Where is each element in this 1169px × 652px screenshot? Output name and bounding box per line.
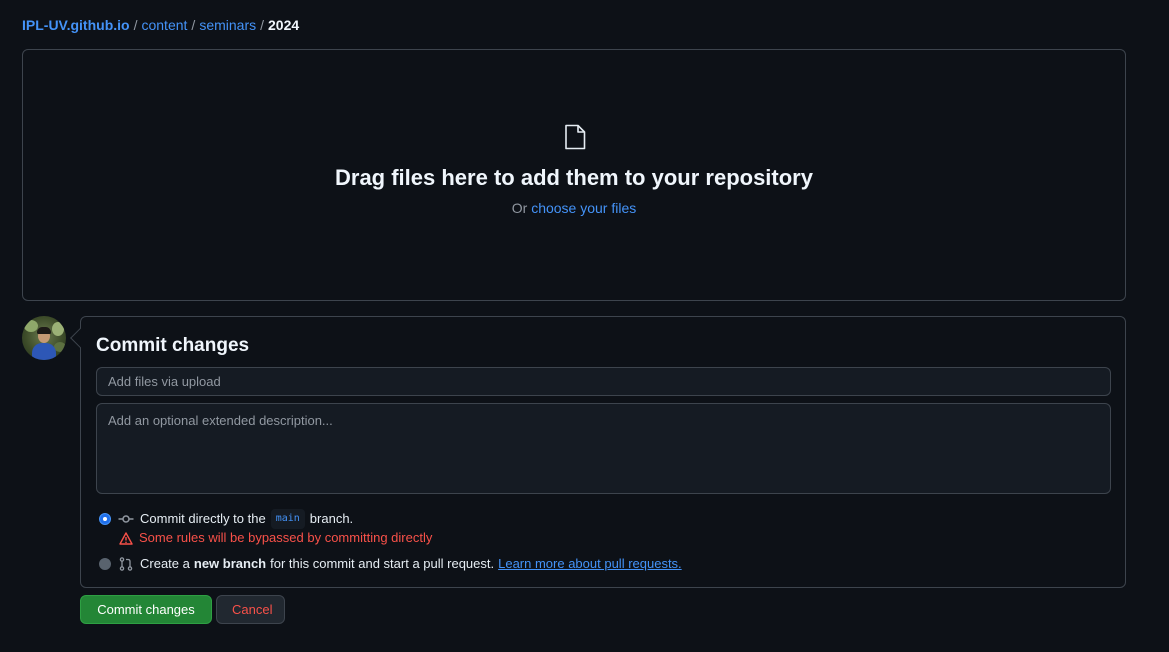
drop-zone-prefix: Or bbox=[511, 200, 528, 216]
new-branch-option[interactable]: Create a new branch for this commit and … bbox=[99, 555, 682, 573]
upload-page: IPL-UV.github.io / content / seminars/2024 D… bbox=[0, 0, 1169, 652]
alert-icon bbox=[119, 531, 133, 545]
commit-panel-caret bbox=[70, 328, 90, 348]
breadcrumb-separator: / bbox=[260, 17, 264, 33]
drop-zone-subtitle: Or choose your files bbox=[23, 198, 1125, 218]
git-pull-request-icon bbox=[119, 557, 133, 571]
learn-more-pull-requests-link[interactable]: Learn more about pull requests. bbox=[498, 555, 682, 573]
file-drop-zone[interactable]: Drag files here to add them to your repo… bbox=[22, 49, 1126, 301]
commit-direct-option[interactable]: Commit directly to the main branch. bbox=[99, 509, 353, 529]
commit-direct-label-suffix: branch. bbox=[309, 511, 354, 526]
commit-panel: Commit changes Commit directly to the ma… bbox=[70, 316, 1126, 588]
breadcrumb-content-link[interactable]: content bbox=[141, 17, 187, 33]
choose-files-link[interactable]: choose your files bbox=[531, 200, 636, 216]
commit-direct-radio[interactable] bbox=[99, 513, 111, 525]
new-branch-label-suffix: for this commit and start a pull request… bbox=[270, 556, 495, 571]
commit-title: Commit changes bbox=[96, 335, 250, 356]
breadcrumb-separator: / bbox=[133, 17, 138, 33]
breadcrumb-current: 2024 bbox=[268, 17, 300, 33]
commit-changes-button[interactable]: Commit changes bbox=[80, 595, 212, 624]
breadcrumb: IPL-UV.github.io / content / seminars/2024 bbox=[22, 15, 299, 35]
avatar[interactable] bbox=[22, 316, 66, 360]
rules-warning: Some rules will be bypassed by committin… bbox=[119, 529, 432, 547]
drop-zone-title: Drag files here to add them to your repo… bbox=[335, 165, 813, 190]
new-branch-label-prefix: Create a bbox=[140, 556, 190, 571]
cancel-button[interactable]: Cancel bbox=[216, 595, 285, 624]
rules-warning-text: Some rules will be bypassed by committin… bbox=[139, 530, 433, 545]
breadcrumb-separator: / bbox=[191, 17, 196, 33]
breadcrumb-repo-link[interactable]: IPL-UV.github.io bbox=[22, 17, 130, 33]
git-commit-icon bbox=[118, 515, 134, 523]
new-branch-radio[interactable] bbox=[99, 558, 111, 570]
commit-description-input[interactable] bbox=[96, 403, 1111, 494]
commit-summary-input[interactable] bbox=[96, 367, 1111, 396]
commit-direct-label: Commit directly to the bbox=[140, 511, 266, 526]
branch-name: main bbox=[270, 509, 305, 529]
file-icon bbox=[565, 124, 586, 150]
new-branch-bold: new branch bbox=[193, 556, 267, 571]
breadcrumb-seminars-link[interactable]: seminars bbox=[199, 17, 256, 33]
